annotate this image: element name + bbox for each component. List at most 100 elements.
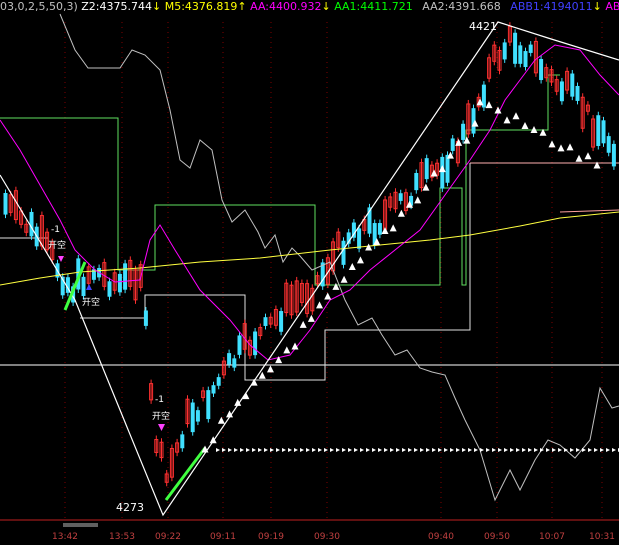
aa2-line: [59, 13, 619, 502]
triangle-marker: [548, 140, 556, 148]
dot-marker: [438, 448, 442, 452]
triangle-marker: [217, 416, 225, 424]
kline-chart[interactable]: 13:42 13:53 09:22 09:11 09:19 09:30 09:40 09:50…: [0, 0, 619, 542]
candle-body: [513, 32, 518, 64]
dot-marker: [396, 448, 400, 452]
dot-marker: [270, 448, 274, 452]
dot-marker: [468, 448, 472, 452]
triangle-marker: [365, 243, 373, 251]
dot-marker: [294, 448, 298, 452]
candle-body: [216, 377, 221, 386]
dot-marker: [528, 448, 532, 452]
dot-marker: [474, 448, 478, 452]
dot-marker: [216, 448, 220, 452]
candle-body: [461, 123, 466, 140]
triangle-marker: [340, 275, 348, 283]
triangle-marker: [316, 301, 324, 309]
triangle-marker: [381, 227, 389, 235]
legend-item-m5: M5:4376.819: [164, 0, 238, 13]
dot-marker: [258, 448, 262, 452]
dot-marker: [450, 448, 454, 452]
x-tick-label: 09:11: [210, 532, 236, 541]
dot-marker: [300, 448, 304, 452]
dot-marker: [228, 448, 232, 452]
indicator-line-layer: [0, 13, 619, 502]
dot-marker: [546, 448, 550, 452]
dot-marker: [576, 448, 580, 452]
dot-marker: [348, 448, 352, 452]
candle-body: [232, 358, 237, 368]
candle-body: [414, 173, 419, 191]
signal-1-number: -1: [51, 225, 60, 235]
candle-body: [481, 84, 486, 108]
triangle-marker: [584, 152, 592, 160]
dot-marker: [264, 448, 268, 452]
dot-marker: [426, 448, 430, 452]
signal-3-text: 开空: [152, 412, 171, 422]
candle-body: [107, 281, 112, 297]
dot-marker: [336, 448, 340, 452]
dot-marker: [312, 448, 316, 452]
dot-marker: [240, 448, 244, 452]
dot-marker: [516, 448, 520, 452]
candle-body: [263, 317, 268, 326]
candle-body: [601, 120, 606, 144]
candle-body: [211, 385, 216, 394]
short-signal-icon: [58, 256, 64, 262]
x-tick-label: 10:07: [539, 532, 565, 541]
signal-1-text: 开空: [48, 241, 67, 251]
candle-body: [29, 211, 34, 237]
candle-body: [279, 311, 284, 332]
dot-marker: [366, 448, 370, 452]
dot-marker: [486, 448, 490, 452]
scroll-thumb[interactable]: [63, 523, 98, 527]
triangle-marker: [485, 101, 493, 109]
x-tick-label: 09:30: [314, 532, 340, 541]
triangle-marker: [593, 161, 601, 169]
triangle-marker: [566, 143, 574, 151]
candle-body: [518, 45, 523, 64]
chart-area[interactable]: 13:42 13:53 09:22 09:11 09:19 09:30 09:40 09:50…: [0, 0, 619, 542]
candle-body: [357, 228, 362, 249]
legend-item-aa1: AA1:4411.721: [334, 0, 413, 13]
dot-marker: [510, 448, 514, 452]
legend-sep-icon: ↓: [321, 0, 331, 13]
candle-body: [190, 402, 195, 433]
dot-marker: [288, 448, 292, 452]
dot-marker: [432, 448, 436, 452]
candle-body: [123, 263, 128, 290]
candle-body: [253, 331, 258, 356]
dot-marker: [456, 448, 460, 452]
legend-sep-icon: ↓: [592, 0, 602, 13]
dot-marker: [444, 448, 448, 452]
candle-body: [502, 42, 507, 60]
triangle-marker: [512, 112, 520, 120]
dot-marker: [360, 448, 364, 452]
candle-body: [445, 154, 450, 183]
candle-body: [570, 73, 575, 97]
triangle-marker: [307, 314, 315, 322]
signal-2-text: 开空: [82, 298, 101, 308]
dot-marker: [378, 448, 382, 452]
dot-marker: [420, 448, 424, 452]
candle-body: [3, 192, 8, 215]
triangle-marker: [438, 165, 446, 173]
x-tick-label: 09:19: [258, 532, 284, 541]
dot-marker: [384, 448, 388, 452]
x-tick-label: 09:22: [155, 532, 181, 541]
candle-layer: [3, 22, 616, 487]
dot-marker: [558, 448, 562, 452]
candle-body: [180, 434, 185, 449]
triangle-marker: [324, 292, 332, 300]
x-tick-label: 09:50: [484, 532, 510, 541]
candle-body: [528, 44, 533, 53]
triangle-marker: [503, 116, 511, 124]
candle-body: [440, 156, 445, 189]
triangle-marker: [356, 256, 364, 264]
candle-body: [227, 353, 232, 365]
triangle-marker: [414, 196, 422, 204]
dot-marker: [594, 448, 598, 452]
dot-marker: [498, 448, 502, 452]
level-step-line: [144, 163, 471, 381]
dot-marker: [282, 448, 286, 452]
